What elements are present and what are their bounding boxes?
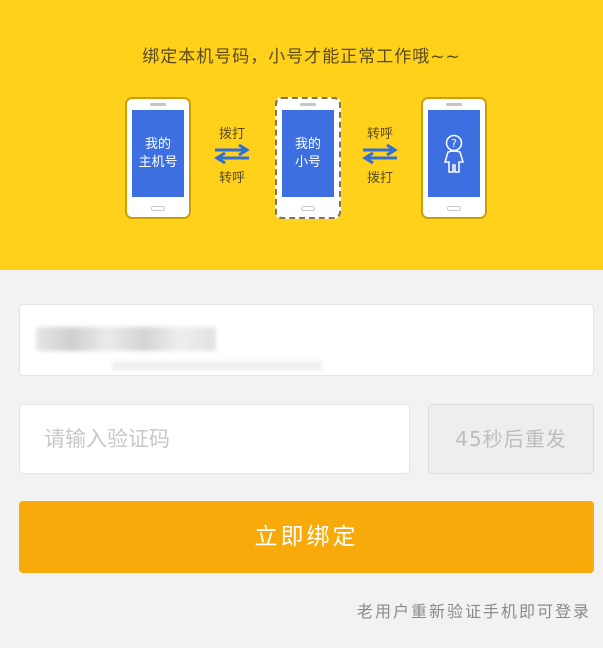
arrow-label-bottom: 转呼: [218, 171, 245, 186]
person-question-icon: ?: [443, 134, 465, 173]
phone-speaker: [300, 103, 316, 106]
verification-code-input[interactable]: [19, 404, 410, 474]
call-forward-arrows: 拨打 转呼: [210, 123, 254, 186]
phone-label-line1: 我的: [144, 136, 171, 152]
returning-user-login-link[interactable]: 老用户重新验证手机即可登录: [357, 598, 591, 622]
phone-speaker: [150, 103, 166, 106]
virtual-phone-illustration: 我的 小号: [275, 97, 341, 219]
svg-text:?: ?: [451, 137, 457, 150]
redacted-region: [112, 361, 322, 371]
bind-now-button[interactable]: 立即绑定: [19, 501, 594, 573]
swap-arrows-icon: [362, 143, 398, 165]
swap-arrows-icon: [214, 143, 250, 165]
phone-label-line2: 主机号: [138, 154, 178, 170]
phone-screen: ?: [428, 110, 480, 197]
arrow-label-bottom: 拨打: [366, 171, 393, 186]
arrow-label-top: 转呼: [366, 127, 393, 142]
resend-code-button[interactable]: 45秒后重发: [428, 404, 594, 474]
redacted-phone-number: [36, 327, 216, 351]
phone-speaker: [446, 103, 462, 106]
phone-home-button: [301, 206, 315, 211]
banner-title: 绑定本机号码，小号才能正常工作哦~~: [142, 47, 461, 67]
phone-screen: 我的 小号: [282, 110, 334, 197]
caller-phone-illustration: ?: [421, 97, 487, 219]
call-forward-arrows: 转呼 拨打: [358, 123, 402, 186]
phone-label-line2: 小号: [294, 154, 321, 170]
phone-number-field[interactable]: [19, 304, 594, 376]
phone-label-line1: 我的: [294, 136, 321, 152]
main-phone-illustration: 我的 主机号: [125, 97, 191, 219]
illustration-banner: 绑定本机号码，小号才能正常工作哦~~ 我的 主机号 拨打 转呼 我的 小号 转呼: [0, 0, 603, 270]
phone-screen: 我的 主机号: [132, 110, 184, 197]
phone-home-button: [447, 206, 461, 211]
phone-home-button: [151, 206, 165, 211]
arrow-label-top: 拨打: [218, 127, 245, 142]
